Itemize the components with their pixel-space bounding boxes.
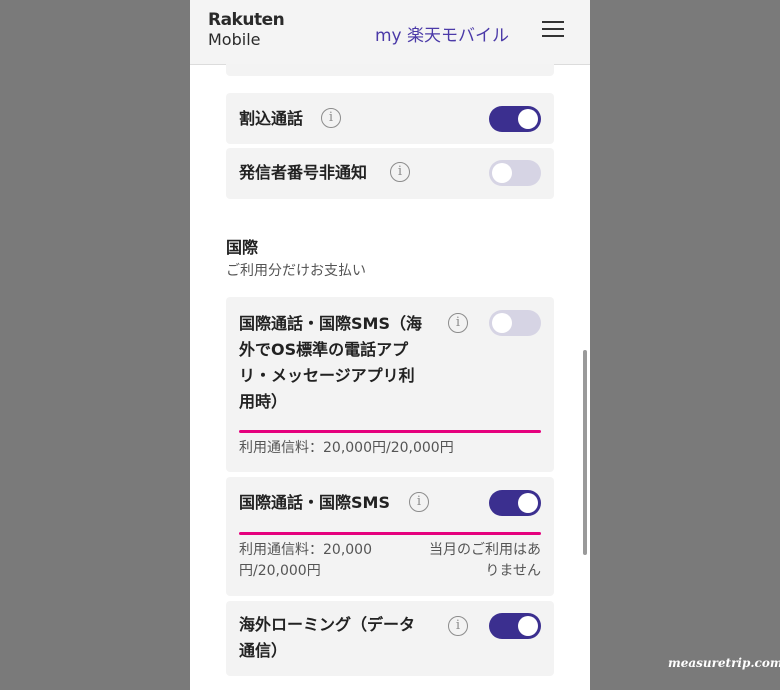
intl-call-sms-label: 国際通話・国際SMS [239,493,390,512]
caller-id-hide-row: 発信者番号非通知 i [226,148,554,199]
rakuten-mobile-logo[interactable]: Rakuten Mobile [208,10,285,49]
phone-screen: Rakuten Mobile my 楽天モバイル 割込通話 i 発信者番号非通知… [190,0,590,690]
info-icon[interactable]: i [448,616,468,636]
intl-roaming-row: 海外ローミング（データ 通信） i [226,601,554,676]
caller-id-hide-toggle[interactable] [489,160,541,186]
info-icon[interactable]: i [321,108,341,128]
info-icon[interactable]: i [448,313,468,333]
intl-roaming-label: 海外ローミング（データ 通信） [239,615,416,660]
intl-call-sms-row: 国際通話・国際SMS i 利用通信料：20,000 円/20,000円 当月のご… [226,477,554,596]
header: Rakuten Mobile my 楽天モバイル [190,0,590,65]
usage-note: 当月のご利用はあ りません [429,542,541,579]
intl-call-sms-os-toggle[interactable] [489,310,541,336]
section-subtitle: ご利用分だけお支払い [226,263,366,279]
call-waiting-row: 割込通話 i [226,93,554,144]
previous-card-edge [226,64,554,76]
call-waiting-toggle[interactable] [489,106,541,132]
usage-text: 利用通信料：20,000 円/20,000円 [239,542,372,579]
usage-progress-bar [239,430,541,433]
hamburger-menu-icon[interactable] [542,21,564,39]
intl-roaming-toggle[interactable] [489,613,541,639]
info-icon[interactable]: i [409,492,429,512]
intl-call-sms-os-row: 国際通話・国際SMS（海 外でOS標準の電話アプ リ・メッセージアプリ利 用時）… [226,297,554,472]
intl-call-sms-toggle[interactable] [489,490,541,516]
call-waiting-label: 割込通話 [239,109,304,128]
info-icon[interactable]: i [390,162,410,182]
intl-call-sms-os-label: 国際通話・国際SMS（海 外でOS標準の電話アプ リ・メッセージアプリ利 用時） [239,314,422,411]
scrollbar[interactable] [583,350,587,555]
watermark: measuretrip.com [668,656,780,670]
app-title: my 楽天モバイル [375,26,510,46]
usage-progress-bar [239,532,541,535]
logo-line1: Rakuten [208,10,285,30]
logo-line2: Mobile [208,30,261,49]
caller-id-hide-label: 発信者番号非通知 [239,163,368,182]
usage-text: 利用通信料：20,000円/20,000円 [239,440,454,456]
main-content: 割込通話 i 発信者番号非通知 i 国際 ご利用分だけお支払い 国際通話・国際S… [190,64,590,690]
section-title-international: 国際 [226,238,259,257]
